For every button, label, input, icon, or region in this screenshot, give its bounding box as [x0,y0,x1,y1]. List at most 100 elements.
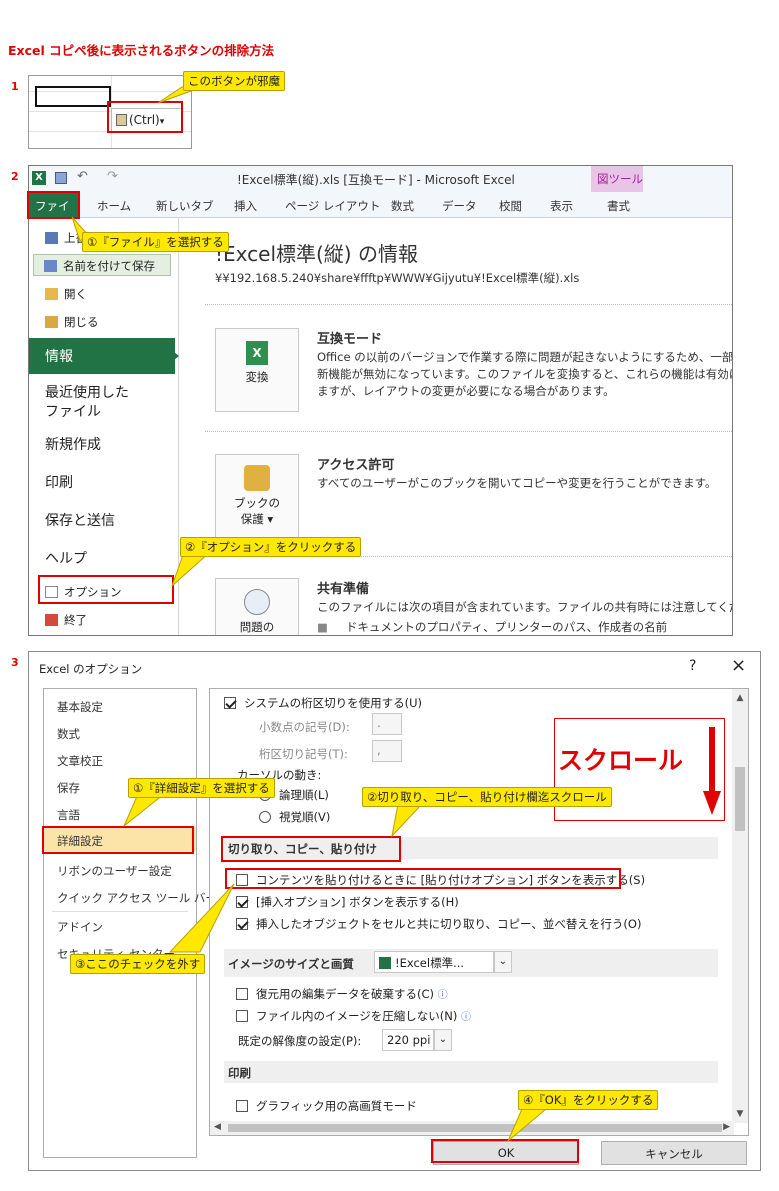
scrollbar-thumb[interactable] [735,767,745,831]
dialog-title: Excel のオプション [39,662,143,676]
menu-recent[interactable]: 最近使用した [45,382,129,402]
quick-access-toolbar: X ↶ ↷ !Excel標準(縦).xls [互換モード] - Microsof… [29,166,732,192]
picture-tools-context-tab: 図ツール [591,166,643,192]
callout-step3-2: ②切り取り、コピー、貼り付け欄迄スクロール [362,787,612,807]
convert-icon: X [246,341,268,365]
menu-open[interactable]: 開く [45,286,87,302]
menu-print[interactable]: 印刷 [45,472,73,492]
protect-workbook-button[interactable]: ブックの 保護 ▾ [215,454,299,538]
step-number-3: 3 [11,656,19,669]
hscrollbar-thumb[interactable] [228,1124,722,1132]
highlight-paste-option-checkbox [225,868,621,889]
chevron-down-icon[interactable]: ⌄ [434,1029,452,1051]
redo-icon[interactable]: ↷ [107,169,118,184]
menu-save-send[interactable]: 保存と送信 [45,510,115,530]
exit-icon [45,614,58,626]
nav-formulas[interactable]: 数式 [57,726,80,742]
callout-step3-4: ④『OK』をクリックする [518,1090,659,1110]
option-discard-editing-data[interactable]: 復元用の編集データを破棄する(C) ⓘ [236,986,448,1002]
tab-format[interactable]: 書式 [607,198,630,214]
tab-page-layout[interactable]: ページ レイアウト [285,198,380,214]
permission-heading: アクセス許可 [317,458,395,473]
menu-close[interactable]: 閉じる [45,314,99,330]
arrow-down-icon [703,727,721,815]
vertical-scrollbar[interactable]: ▲ ▼ [732,689,748,1123]
scroll-left-icon[interactable]: ◀ [214,1122,221,1132]
highlight-ok [431,1139,579,1163]
nav-addins[interactable]: アドイン [57,919,103,935]
tab-review[interactable]: 校閲 [499,198,522,214]
option-no-compress[interactable]: ファイル内のイメージを圧縮しない(N) ⓘ [236,1008,471,1024]
tab-formulas[interactable]: 数式 [391,198,414,214]
callout-step3-3: ③ここのチェックを外す [70,954,206,974]
tab-new[interactable]: 新しいタブ [156,198,214,214]
info-icon: ⓘ [461,1012,471,1023]
tab-insert[interactable]: 挿入 [234,198,257,214]
check-issues-button[interactable]: 問題の [215,578,299,635]
menu-exit[interactable]: 終了 [45,612,87,628]
menu-save-as[interactable]: 名前を付けて保存 [33,254,171,276]
radio-visual[interactable]: 視覚順(V) [259,809,330,825]
checkbox-checked[interactable] [236,918,248,930]
checkbox-unchecked[interactable] [236,988,248,1000]
callout-step2-2: ②『オプション』をクリックする [180,537,362,557]
section-print: 印刷 [224,1061,718,1083]
tab-view[interactable]: 表示 [550,198,573,214]
highlight-paste-button [107,101,183,133]
horizontal-scrollbar[interactable]: ◀ ▶ [210,1121,734,1135]
undo-icon[interactable]: ↶ [77,169,88,184]
checkbox-unchecked[interactable] [236,1010,248,1022]
scroll-right-icon[interactable]: ▶ [723,1122,730,1132]
convert-button[interactable]: X 変換 [215,328,299,412]
tab-data[interactable]: データ [442,198,477,214]
save-icon[interactable] [55,172,67,184]
radio-button[interactable] [259,811,271,823]
selected-cell[interactable] [35,86,111,107]
close-button[interactable]: × [731,655,746,676]
nav-save[interactable]: 保存 [57,780,80,796]
checkbox-unchecked[interactable] [236,1100,248,1112]
share-heading: 共有準備 [317,582,370,597]
option-cut-objects-with-cells[interactable]: 挿入したオブジェクトをセルと共に切り取り、コピー、並べ替えを行う(O) [236,916,641,932]
option-system-separators[interactable]: システムの桁区切りを使用する(U) [224,695,422,711]
folder-close-icon [45,316,58,328]
scroll-up-icon[interactable]: ▲ [732,693,748,703]
nav-proofing[interactable]: 文章校正 [57,753,103,769]
scroll-down-icon[interactable]: ▼ [732,1109,748,1119]
nav-quick-access[interactable]: クイック アクセス ツール バー [57,890,217,906]
step-number-1: 1 [11,80,19,93]
option-show-insert-options[interactable]: [挿入オプション] ボタンを表示する(H) [236,894,459,910]
highlight-file-tab [27,191,80,219]
resolution-select[interactable]: 220 ppi [382,1029,434,1051]
save-icon [45,232,58,244]
lock-icon [244,465,270,491]
options-nav: 基本設定 数式 文章校正 保存 言語 詳細設定 リボンのユーザー設定 クイック … [43,688,217,1158]
cancel-button[interactable]: キャンセル [601,1141,747,1165]
checkbox-checked[interactable] [224,697,236,709]
decimal-separator-input[interactable]: . [372,713,402,735]
inspect-icon [244,589,270,615]
nav-language[interactable]: 言語 [57,807,80,823]
callout-step3-1: ①『詳細設定』を選択する [128,778,275,798]
highlight-section-cut [221,836,401,862]
image-file-select[interactable]: !Excel標準... [374,951,494,973]
nav-customize-ribbon[interactable]: リボンのユーザー設定 [57,863,172,879]
tab-home[interactable]: ホーム [97,198,131,214]
menu-new[interactable]: 新規作成 [45,434,101,454]
callout-step1: このボタンが邪魔 [183,71,285,91]
option-hq-graphics[interactable]: グラフィック用の高画質モード [236,1098,417,1114]
nav-general[interactable]: 基本設定 [57,699,103,715]
menu-info[interactable]: 情報 [45,346,73,366]
backstage-menu: 上書き保存 名前を付けて保存 開く 閉じる 情報 最近使用した ファイル 新規作… [29,218,179,635]
chevron-down-icon[interactable]: ⌄ [494,951,512,973]
help-button[interactable]: ? [689,658,696,674]
checkbox-checked[interactable] [236,896,248,908]
thousands-separator-input[interactable]: , [372,740,402,762]
callout-step2-1: ①『ファイル』を選択する [82,232,229,252]
excel-icon [379,957,391,969]
ribbon-tabs: ホーム 新しいタブ 挿入 ページ レイアウト 数式 データ 校閲 表示 書式 [29,192,732,218]
menu-help[interactable]: ヘルプ [45,548,87,568]
compat-heading: 互換モード [317,332,383,347]
scroll-annotation-text: スクロール [558,746,684,775]
folder-open-icon [45,288,58,300]
